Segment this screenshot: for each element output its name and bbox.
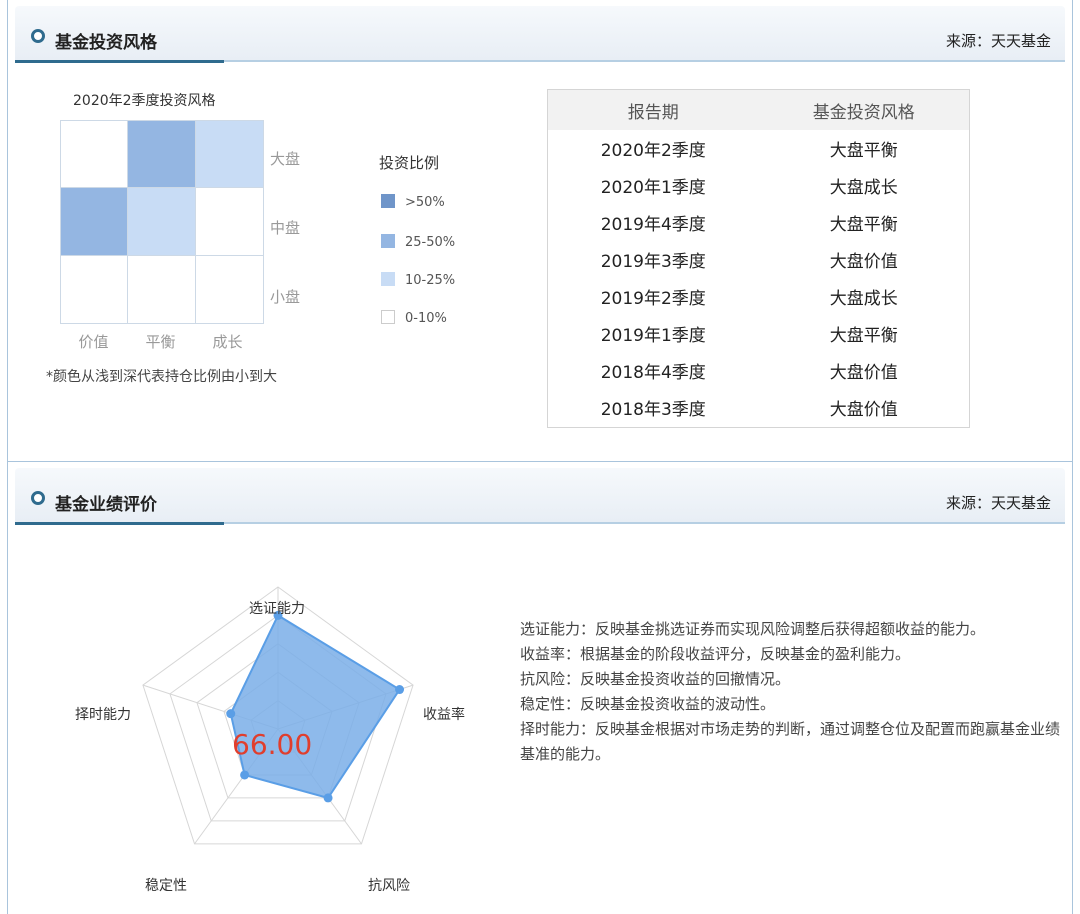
stylebox-title: 2020年2季度投资风格 <box>73 93 216 109</box>
cell-style: 大盘平衡 <box>829 141 898 161</box>
table-row: 2019年1季度 大盘平衡 <box>548 315 969 352</box>
table-row: 2019年4季度 大盘平衡 <box>548 204 969 241</box>
metric-description: 择时能力：反映基金根据对市场走势的判断，通过调整仓位及配置而跑赢基金业绩基准的能… <box>520 720 1061 763</box>
table-header: 报告期 基金投资风格 <box>548 90 969 130</box>
legend-label: 25-50% <box>405 235 456 250</box>
style-cell <box>128 188 196 256</box>
radar-data-point[interactable] <box>323 793 333 803</box>
source-label: 来源：天天基金 <box>945 32 1051 50</box>
cell-period: 2018年3季度 <box>600 400 706 420</box>
overall-score: 66.00 <box>232 728 313 761</box>
col-label-value: 价值 <box>78 333 109 351</box>
header-divider <box>15 60 1065 63</box>
style-cell <box>60 120 128 188</box>
investment-style-panel: 基金投资风格 来源：天天基金 2020年2季度投资风格 大盘 中盘 小盘 价值 … <box>7 0 1073 462</box>
table-row: 2019年3季度 大盘价值 <box>548 241 969 278</box>
radar-data-point[interactable] <box>240 770 250 780</box>
radar-chart <box>142 586 414 845</box>
column-header-style: 基金投资风格 <box>812 102 915 123</box>
cell-period: 2020年1季度 <box>600 178 706 198</box>
axis-label-risk-resistance: 抗风险 <box>368 878 410 894</box>
cell-period: 2019年1季度 <box>600 326 706 346</box>
legend-item: 10-25% <box>381 272 455 288</box>
legend-item: >50% <box>381 194 445 210</box>
table-row: 2019年2季度 大盘成长 <box>548 278 969 315</box>
color-note: *颜色从浅到深代表持仓比例由小到大 <box>46 369 277 385</box>
row-label-mid: 中盘 <box>270 219 301 237</box>
axis-label-stability: 稳定性 <box>145 878 187 894</box>
legend-swatch <box>381 272 395 286</box>
cell-period: 2020年2季度 <box>600 141 706 161</box>
col-label-blend: 平衡 <box>145 333 176 351</box>
table-row: 2018年3季度 大盘价值 <box>548 389 969 426</box>
table-row: 2020年2季度 大盘平衡 <box>548 130 969 167</box>
cell-period: 2018年4季度 <box>600 363 706 383</box>
legend-label: 0-10% <box>405 311 447 326</box>
cell-style: 大盘平衡 <box>829 215 898 235</box>
axis-label-timing: 择时能力 <box>75 707 131 723</box>
legend-swatch <box>381 310 395 324</box>
style-cell <box>196 188 264 256</box>
performance-panel: 基金业绩评价 来源：天天基金 选证能力 收益率 抗风险 稳定性 择时能力 66.… <box>7 462 1073 914</box>
axis-label-return: 收益率 <box>423 707 465 723</box>
cell-period: 2019年2季度 <box>600 289 706 309</box>
radar-series-area <box>229 613 401 800</box>
cell-style: 大盘价值 <box>829 363 898 383</box>
panel-title: 基金投资风格 <box>55 33 157 53</box>
cell-period: 2019年4季度 <box>600 215 706 235</box>
legend-title: 投资比例 <box>379 154 440 172</box>
legend-swatch <box>381 194 395 208</box>
cell-style: 大盘价值 <box>829 252 898 272</box>
style-cell <box>60 188 128 256</box>
cell-period: 2019年3季度 <box>600 252 706 272</box>
legend-item: 25-50% <box>381 234 455 250</box>
radar-data-point[interactable] <box>226 709 236 719</box>
row-label-large: 大盘 <box>270 150 301 168</box>
cell-style: 大盘成长 <box>829 289 898 309</box>
column-header-period: 报告期 <box>627 102 679 123</box>
row-label-small: 小盘 <box>270 288 301 306</box>
style-history-table: 报告期 基金投资风格 2020年2季度 大盘平衡 2020年1季度 大盘成长 2019年… <box>547 89 970 428</box>
col-label-growth: 成长 <box>212 333 243 351</box>
style-cell <box>196 256 264 324</box>
legend-swatch <box>381 234 395 248</box>
metric-description: 稳定性：反映基金投资收益的波动性。 <box>520 695 776 713</box>
metric-description: 抗风险：反映基金投资收益的回撤情况。 <box>520 670 791 688</box>
axis-label-stock-selection: 选证能力 <box>249 601 305 617</box>
legend-label: >50% <box>405 195 445 210</box>
circle-bullet-icon <box>31 29 45 43</box>
legend-label: 10-25% <box>405 273 456 288</box>
metric-description: 选证能力：反映基金挑选证券而实现风险调整后获得超额收益的能力。 <box>520 620 986 638</box>
style-cell <box>128 256 196 324</box>
style-box-grid <box>60 120 264 324</box>
table-row: 2020年1季度 大盘成长 <box>548 167 969 204</box>
cell-style: 大盘平衡 <box>829 326 898 346</box>
style-cell <box>60 256 128 324</box>
metric-description: 收益率：根据基金的阶段收益评分，反映基金的盈利能力。 <box>520 645 911 663</box>
style-cell <box>128 120 196 188</box>
panel-header: 基金投资风格 来源：天天基金 <box>15 6 1065 60</box>
radar-data-point[interactable] <box>395 685 405 695</box>
cell-style: 大盘价值 <box>829 400 898 420</box>
legend-item: 0-10% <box>381 310 447 326</box>
table-row: 2018年4季度 大盘价值 <box>548 352 969 389</box>
source-label: 来源：天天基金 <box>945 494 1051 512</box>
cell-style: 大盘成长 <box>829 178 898 198</box>
style-cell <box>196 120 264 188</box>
table-body: 2020年2季度 大盘平衡 2020年1季度 大盘成长 2019年4季度 大盘平衡 2019… <box>548 130 969 426</box>
metric-descriptions: 选证能力：反映基金挑选证券而实现风险调整后获得超额收益的能力。 收益率：根据基金的… <box>520 617 1060 767</box>
